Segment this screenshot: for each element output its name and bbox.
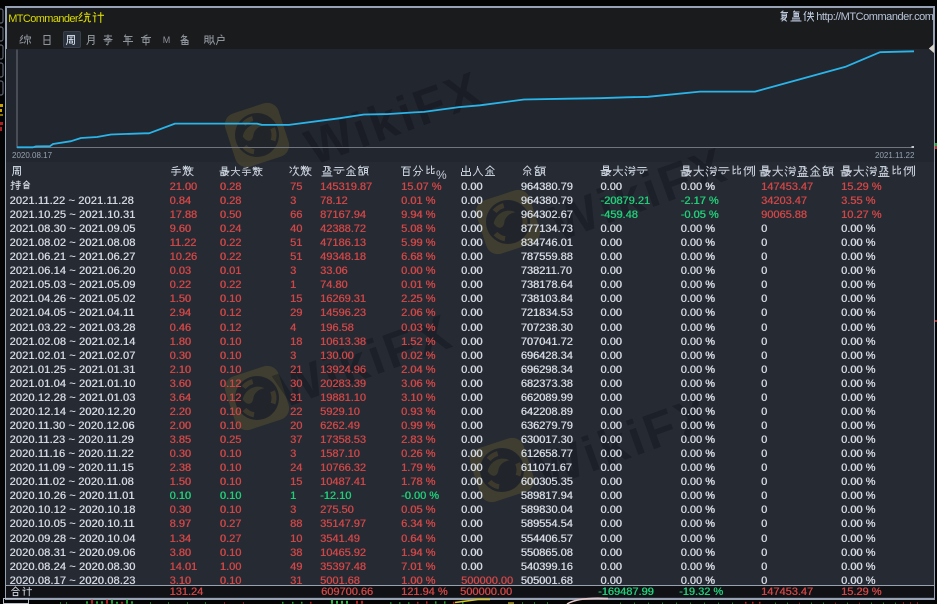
svg-text:WikiFX: WikiFX <box>298 60 490 176</box>
